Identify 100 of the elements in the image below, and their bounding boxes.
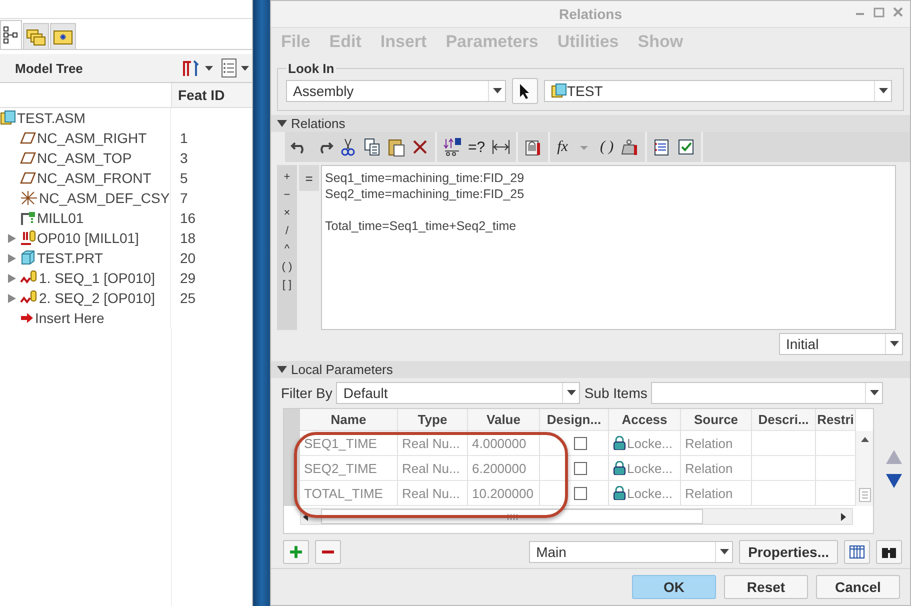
type-dropdown[interactable]: Assembly	[286, 80, 506, 102]
collapse-arrow-icon[interactable]	[277, 120, 287, 127]
tree-item[interactable]: NC_ASM_DEF_CSY	[39, 190, 170, 206]
operator-button[interactable]: [ ]	[282, 279, 292, 296]
expand-arrow-icon[interactable]	[8, 254, 16, 262]
column-header[interactable]: Restri	[816, 409, 856, 431]
tree-item[interactable]: 2. SEQ_2 [OP010]	[39, 290, 155, 306]
column-header[interactable]: Descri...	[752, 409, 816, 431]
group-label: Look In	[287, 61, 336, 76]
close-icon[interactable]	[892, 6, 904, 18]
datum-plane-icon	[20, 171, 36, 185]
dropdown-arrow-icon[interactable]	[492, 88, 502, 94]
feature-id: 20	[179, 250, 196, 266]
expand-arrow-icon[interactable]	[8, 274, 16, 282]
clipboard-icon[interactable]	[386, 137, 406, 157]
feature-id: 3	[179, 150, 188, 166]
scroll-up-icon[interactable]	[860, 435, 870, 443]
tree-item[interactable]: TEST.PRT	[37, 250, 103, 266]
checklist-icon[interactable]	[676, 137, 696, 157]
operator-button[interactable]: ( )	[282, 261, 292, 278]
caret-icon[interactable]	[205, 66, 214, 70]
datum-plane-icon	[20, 131, 36, 145]
window-title: Relations	[558, 6, 622, 22]
panel-tab[interactable]	[50, 23, 76, 49]
column-header[interactable]: Type	[398, 409, 468, 431]
toolbar-button[interactable]: =?	[466, 138, 488, 156]
toolbar-button[interactable]: ( )	[598, 138, 616, 156]
maximize-icon[interactable]	[873, 6, 885, 18]
filter-dropdown[interactable]: Default	[336, 382, 580, 404]
section-header: Relations	[291, 116, 346, 131]
checkbox[interactable]	[574, 436, 587, 450]
dropdown-arrow-icon[interactable]	[878, 88, 888, 94]
column-header[interactable]: Value	[468, 409, 540, 431]
mode-dropdown[interactable]: Initial	[779, 333, 903, 355]
weight-icon[interactable]	[620, 137, 640, 157]
dropdown-arrow-icon[interactable]	[720, 549, 729, 555]
tree-icon	[3, 26, 19, 44]
expand-arrow-icon[interactable]	[8, 294, 16, 302]
toolbar-button[interactable]: fx	[555, 138, 570, 156]
column-header[interactable]: Name	[300, 409, 398, 431]
operator-button[interactable]: −	[284, 189, 290, 206]
feature-id: 1	[179, 130, 188, 146]
table-cell	[816, 481, 856, 506]
operator-button[interactable]: ×	[284, 207, 290, 224]
properties-button[interactable]: Properties...	[739, 540, 838, 564]
column-header[interactable]: Design...	[540, 409, 609, 431]
scroll-right-icon[interactable]	[840, 512, 848, 522]
caret-icon[interactable]	[241, 66, 250, 70]
tree-item[interactable]: MILL01	[37, 210, 84, 226]
tools-icon[interactable]	[181, 58, 202, 78]
tree-item[interactable]: 1. SEQ_1 [OP010]	[39, 270, 155, 286]
expand-arrow-icon[interactable]	[8, 234, 16, 242]
lock-icon	[613, 436, 626, 450]
vertical-scrollbar[interactable]	[856, 431, 873, 506]
operator-button[interactable]: =	[299, 165, 319, 191]
field-label: Filter By	[281, 385, 332, 401]
panel-tab[interactable]	[0, 20, 22, 49]
table-cell: Relation	[681, 431, 752, 456]
dropdown-arrow-icon[interactable]	[890, 341, 898, 347]
tree-item[interactable]: NC_ASM_FRONT	[37, 170, 152, 186]
parameter-icon[interactable]	[442, 137, 462, 157]
list-settings-icon[interactable]	[221, 58, 238, 78]
operator-button[interactable]: +	[284, 171, 290, 188]
object-name: TEST	[567, 83, 603, 99]
table-cell: Real Nu...	[398, 431, 468, 456]
tree-item[interactable]: Insert Here	[35, 310, 104, 326]
add-button[interactable]	[283, 540, 309, 564]
dialog-button[interactable]: Reset	[724, 575, 808, 599]
view-dropdown[interactable]: Main	[529, 541, 734, 563]
copy-icon[interactable]	[362, 137, 382, 157]
column-header[interactable]: Source	[681, 409, 752, 431]
tree-item[interactable]: TEST.ASM	[17, 110, 86, 126]
table-cell: Real Nu...	[398, 456, 468, 481]
dropdown-arrow-icon[interactable]	[566, 390, 576, 396]
tree-item[interactable]: NC_ASM_TOP	[37, 150, 132, 166]
columns-button[interactable]	[844, 540, 870, 564]
assembly-icon	[551, 83, 567, 99]
horizontal-scrollbar[interactable]	[300, 508, 853, 525]
operator-button[interactable]: /	[285, 225, 289, 242]
dialog-button[interactable]: Cancel	[816, 575, 900, 599]
operator-button[interactable]: ^	[284, 243, 290, 260]
table-cell: SEQ1_TIME	[300, 431, 398, 456]
table-cell: 4.000000	[468, 431, 540, 456]
sequence-icon	[20, 290, 38, 306]
tree-item[interactable]: OP010 [MILL01]	[37, 230, 139, 246]
relations-editor[interactable]: Seq1_time=machining_time:FID_29 Seq2_time=machining_time:FID_25 Total_time=Seq1_time+Seq2_time	[321, 165, 896, 330]
column-header[interactable]: Access	[609, 409, 681, 431]
remove-button[interactable]	[315, 540, 341, 564]
dialog-button[interactable]: OK	[632, 575, 716, 599]
dimension-icon[interactable]	[491, 137, 512, 157]
tree-item[interactable]: NC_ASM_RIGHT	[37, 130, 147, 146]
scroll-thumb-icon[interactable]	[858, 488, 870, 502]
checkbox[interactable]	[574, 486, 587, 500]
dropdown-arrow-icon[interactable]	[870, 390, 879, 396]
select-button[interactable]	[512, 78, 538, 104]
collapse-arrow-icon[interactable]	[277, 366, 287, 373]
checkbox[interactable]	[574, 462, 587, 474]
object-dropdown[interactable]: TEST	[544, 80, 892, 102]
find-button[interactable]	[876, 540, 902, 564]
move-down-icon[interactable]	[885, 473, 903, 489]
